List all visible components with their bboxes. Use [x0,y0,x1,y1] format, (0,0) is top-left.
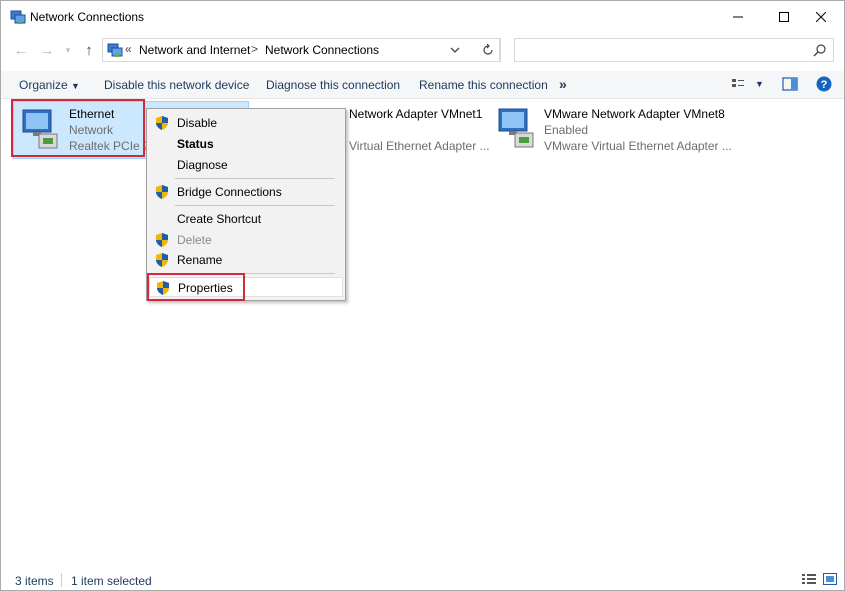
uac-shield-icon [156,233,168,247]
up-button[interactable]: ↑ [79,39,99,61]
network-connections-window: Network Connections ← → ▾ ↑ « Network an… [0,0,845,591]
forward-button[interactable]: → [37,39,57,61]
arrow-left-icon: ← [13,41,29,59]
recent-locations-button[interactable]: ▾ [61,39,75,61]
menu-separator [175,205,335,206]
refresh-icon [482,43,493,55]
menu-item-label: Bridge Connections [177,185,282,199]
menu-item-label: Create Shortcut [177,212,262,226]
address-overflow[interactable]: « [125,42,132,56]
uac-shield-icon [156,253,168,267]
rename-connection-button[interactable]: Rename this connection [419,78,548,92]
help-button[interactable]: ? [816,76,832,92]
details-view-icon [732,79,744,87]
item-device: VMware Virtual Ethernet Adapter ... [544,139,732,153]
address-bar[interactable]: « Network and Internet > Network Connect… [102,38,500,62]
network-connections-icon [10,10,26,24]
arrow-right-icon: → [39,41,55,59]
refresh-button[interactable] [475,38,501,62]
preview-pane-button[interactable] [782,76,798,92]
item-count: 3 items [15,574,54,588]
help-icon: ? [816,76,832,92]
menu-item-create-shortcut[interactable]: Create Shortcut [149,209,343,229]
menu-item-delete[interactable]: Delete [149,230,343,250]
selection-count: 1 item selected [71,574,152,588]
chevron-down-icon: ▾ [65,44,71,55]
organize-button[interactable]: Organize ▼ [19,78,80,92]
svg-text:?: ? [821,79,828,91]
network-adapter-icon [498,108,534,148]
command-bar: Organize ▼ Disable this network device D… [1,71,844,99]
status-divider [61,573,62,587]
item-status: Enabled [544,123,589,137]
control-panel-icon [107,43,123,57]
chevron-down-icon[interactable] [448,44,462,56]
minimize-icon [733,16,743,18]
search-box[interactable] [514,38,834,62]
status-bar: 3 items 1 item selected [1,567,844,590]
breadcrumb-network-connections[interactable]: Network Connections [265,43,379,57]
maximize-icon [779,12,789,22]
menu-item-bridge-connections[interactable]: Bridge Connections [149,182,343,202]
menu-item-diagnose[interactable]: Diagnose [149,155,343,175]
search-input[interactable] [519,40,803,62]
menu-item-label: Status [177,137,214,151]
uac-shield-icon [156,116,168,130]
window-title: Network Connections [30,10,145,24]
search-icon [813,44,826,57]
menu-item-label: Diagnose [177,158,228,172]
properties-highlight [147,273,245,301]
menu-item-status[interactable]: Status [149,134,343,154]
item-name: VMware Network Adapter VMnet8 [544,107,725,121]
menu-item-disable[interactable]: Disable [149,113,343,133]
menu-item-rename[interactable]: Rename [149,250,343,270]
more-commands-button[interactable]: » [559,76,567,92]
diagnose-connection-button[interactable]: Diagnose this connection [266,78,400,92]
breadcrumb-separator[interactable]: > [251,42,258,56]
close-button[interactable] [798,1,844,33]
menu-separator [175,178,335,179]
item-name: Network Adapter VMnet1 [349,107,483,121]
organize-label: Organize [19,78,68,92]
menu-item-label: Disable [177,116,218,130]
uac-shield-icon [156,185,168,199]
menu-item-label: Rename [177,253,223,267]
caret-down-icon: ▼ [755,79,764,89]
preview-pane-icon [782,77,798,91]
large-icons-view-icon[interactable] [823,573,837,585]
close-icon [816,12,826,22]
disable-network-device-button[interactable]: Disable this network device [104,78,249,92]
ethernet-highlight [11,99,145,157]
change-view-button[interactable]: ▼ [731,76,764,92]
back-button[interactable]: ← [11,39,31,61]
item-device: Virtual Ethernet Adapter ... [349,139,490,153]
menu-item-label: Delete [177,233,212,247]
details-view-icon[interactable] [802,573,816,585]
caret-down-icon: ▼ [71,81,80,91]
title-bar: Network Connections [1,1,844,33]
minimize-button[interactable] [715,1,761,33]
arrow-up-icon: ↑ [85,41,93,59]
breadcrumb-network-and-internet[interactable]: Network and Internet [139,43,250,57]
